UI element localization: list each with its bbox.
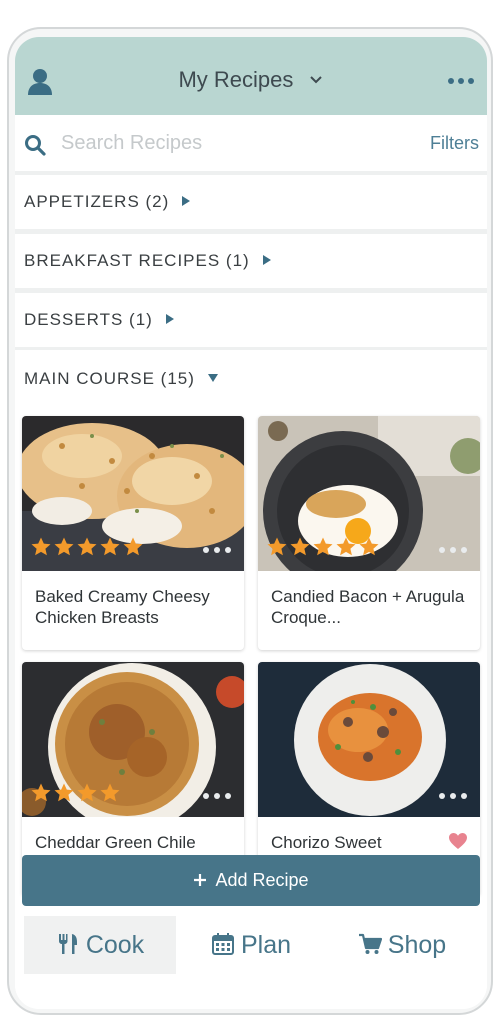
caret-down-icon — [207, 374, 218, 383]
search-bar: Filters — [15, 115, 487, 171]
search-input[interactable] — [61, 130, 391, 156]
category-label-wrap: APPETIZERS (2) — [24, 192, 191, 212]
chevron-down-icon — [309, 76, 322, 84]
more-horizontal-icon[interactable] — [447, 73, 475, 89]
filters-button[interactable]: Filters — [430, 133, 479, 154]
category-appetizers[interactable]: APPETIZERS (2) — [15, 175, 487, 229]
category-main-course[interactable]: MAIN COURSE (15) — [15, 352, 487, 406]
tab-label: Shop — [387, 931, 447, 959]
more-options-icon[interactable] — [438, 792, 468, 800]
star-icon — [267, 537, 287, 556]
star-icon — [123, 537, 143, 556]
search-icon — [25, 135, 46, 156]
tab-label: Cook — [85, 931, 145, 959]
tab-shop[interactable]: Shop — [326, 916, 478, 974]
recipe-name: Chorizo Sweet — [271, 833, 382, 852]
app-header: My Recipes — [15, 37, 487, 115]
category-label-wrap: BREAKFAST RECIPES (1) — [24, 251, 272, 271]
rating-stars — [30, 536, 144, 558]
category-label: APPETIZERS (2) — [24, 192, 170, 211]
recipe-name: Candied Bacon + Arugula Croque... — [271, 587, 465, 627]
more-options-icon[interactable] — [202, 792, 232, 800]
star-icon — [77, 537, 97, 556]
star-icon — [54, 537, 74, 556]
category-label: BREAKFAST RECIPES (1) — [24, 251, 250, 270]
star-icon — [31, 537, 51, 556]
category-breakfast-recipes[interactable]: BREAKFAST RECIPES (1) — [15, 234, 487, 288]
more-options-icon[interactable] — [438, 546, 468, 554]
plus-icon — [194, 873, 207, 886]
heart-icon[interactable] — [448, 832, 468, 850]
category-label: DESSERTS (1) — [24, 310, 153, 329]
star-icon — [336, 537, 356, 556]
star-icon — [359, 537, 379, 556]
utensils-icon — [58, 933, 77, 954]
tab-label: Plan — [240, 931, 292, 959]
star-icon — [77, 783, 97, 802]
caret-right-icon — [182, 196, 191, 207]
app-screen: My Recipes Filters APPETIZERS (2) BREAKF… — [15, 37, 487, 1009]
caret-right-icon — [165, 314, 174, 325]
phone-frame: My Recipes Filters APPETIZERS (2) BREAKF… — [7, 27, 493, 1015]
recipe-card[interactable]: Baked Creamy Cheesy Chicken Breasts — [22, 416, 244, 650]
tab-cook[interactable]: Cook — [24, 916, 176, 974]
recipe-card[interactable]: Candied Bacon + Arugula Croque... — [258, 416, 480, 650]
star-icon — [31, 783, 51, 802]
page-title-dropdown[interactable]: My Recipes — [15, 67, 487, 93]
add-recipe-label: Add Recipe — [215, 870, 309, 890]
cart-icon — [358, 933, 382, 954]
caret-right-icon — [262, 255, 271, 266]
page-title: My Recipes — [178, 67, 294, 92]
star-icon — [100, 783, 120, 802]
category-label-wrap: MAIN COURSE (15) — [24, 369, 219, 389]
star-icon — [54, 783, 74, 802]
category-label: MAIN COURSE (15) — [24, 369, 195, 388]
category-label-wrap: DESSERTS (1) — [24, 310, 175, 330]
recipe-name: Cheddar Green Chile — [35, 833, 196, 852]
recipe-name: Baked Creamy Cheesy Chicken Breasts — [35, 587, 210, 627]
more-options-icon[interactable] — [202, 546, 232, 554]
rating-stars — [30, 782, 121, 804]
star-icon — [100, 537, 120, 556]
rating-stars — [266, 536, 380, 558]
tab-plan[interactable]: Plan — [175, 916, 327, 974]
add-recipe-button[interactable]: Add Recipe — [22, 855, 480, 906]
star-icon — [290, 537, 310, 556]
category-desserts[interactable]: DESSERTS (1) — [15, 293, 487, 347]
bottom-tab-bar: Cook Plan Shop — [15, 906, 487, 1009]
calendar-icon — [211, 932, 234, 955]
star-icon — [313, 537, 333, 556]
